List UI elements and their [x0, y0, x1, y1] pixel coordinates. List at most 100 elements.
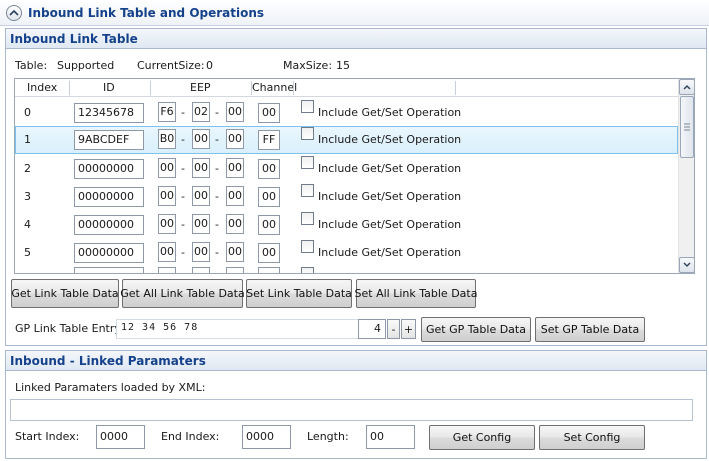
include-get-set-checkbox[interactable] — [301, 100, 314, 113]
eep-func-field[interactable]: 00 — [192, 158, 210, 178]
channel-field[interactable]: FF — [258, 130, 280, 150]
table-row[interactable]: 0 12345678 F6-02-00 00 Include Get/Set Opera… — [15, 99, 678, 127]
current-size-value: 0 — [206, 59, 213, 72]
eep-separator: - — [181, 246, 185, 259]
table-row[interactable]: 2 00000000 00-00-00 00 Include Get/Set Opera… — [15, 155, 678, 183]
column-header-id: ID — [103, 81, 115, 94]
table-value: Supported — [57, 59, 115, 72]
eep-func-field[interactable]: 00 — [192, 242, 210, 262]
column-separator — [150, 81, 151, 95]
row-index: 1 — [24, 133, 31, 146]
end-index-label: End Index: — [161, 430, 220, 443]
column-header-index: Index — [27, 81, 58, 94]
eep-field[interactable] — [158, 267, 176, 273]
get-all-link-table-button[interactable]: Get All Link Table Data — [120, 279, 245, 308]
scroll-up-button[interactable] — [679, 79, 694, 95]
include-get-set-checkbox[interactable] — [301, 240, 314, 253]
channel-field[interactable]: 00 — [258, 187, 280, 207]
start-index-input[interactable]: 0000 — [96, 425, 145, 449]
end-index-input[interactable]: 0000 — [242, 425, 291, 449]
table-row[interactable]: 5 00000000 00-00-00 00 Include Get/Set Opera… — [15, 239, 678, 267]
scroll-down-button[interactable] — [679, 257, 694, 273]
length-input[interactable]: 00 — [366, 425, 415, 449]
eep-separator: - — [181, 133, 185, 146]
linked-params-loaded-label: Linked Paramaters loaded by XML: — [15, 381, 206, 394]
arrow-down-icon — [683, 262, 691, 268]
column-separator — [293, 81, 294, 95]
id-field[interactable] — [74, 267, 144, 273]
grip-icon — [684, 123, 690, 131]
eep-rorg-field[interactable]: F6 — [158, 102, 176, 122]
eep-type-field[interactable]: 00 — [226, 129, 244, 149]
include-get-set-label[interactable]: Include Get/Set Operation — [318, 218, 461, 231]
eep-type-field[interactable]: 00 — [226, 186, 244, 206]
include-get-set-label[interactable]: Include Get/Set Operation — [318, 162, 461, 175]
channel-field[interactable]: 00 — [258, 103, 280, 123]
include-checkbox[interactable] — [301, 267, 314, 273]
eep-rorg-field[interactable]: 00 — [158, 214, 176, 234]
include-get-set-label[interactable]: Include Get/Set Operation — [318, 190, 461, 203]
id-field[interactable]: 9ABCDEF — [74, 130, 144, 150]
table-row[interactable]: 4 00000000 00-00-00 00 Include Get/Set Opera… — [15, 211, 678, 239]
include-get-set-label[interactable]: Include Get/Set Operation — [318, 106, 461, 119]
include-get-set-checkbox[interactable] — [301, 212, 314, 225]
include-get-set-checkbox[interactable] — [301, 127, 314, 140]
set-gp-table-button[interactable]: Set GP Table Data — [535, 317, 645, 342]
set-all-link-table-button[interactable]: Set All Link Table Data — [355, 279, 477, 308]
include-get-set-label[interactable]: Include Get/Set Operation — [318, 133, 461, 146]
get-link-table-button[interactable]: Get Link Table Data — [11, 279, 119, 308]
id-field[interactable]: 00000000 — [74, 243, 144, 263]
get-gp-table-button[interactable]: Get GP Table Data — [421, 317, 531, 342]
channel-field[interactable]: 00 — [258, 243, 280, 263]
eep-type-field[interactable]: 00 — [226, 102, 244, 122]
channel-field[interactable]: 00 — [258, 215, 280, 235]
set-config-button[interactable]: Set Config — [539, 425, 645, 450]
linked-params-loaded-field[interactable] — [10, 399, 693, 421]
table-row[interactable]: 3 00000000 00-00-00 00 Include Get/Set Opera… — [15, 183, 678, 211]
channel-field[interactable] — [258, 267, 280, 273]
eep-func-field[interactable]: 00 — [192, 129, 210, 149]
eep-type-field[interactable]: 00 — [226, 242, 244, 262]
column-separator — [455, 81, 456, 95]
eep-separator: - — [215, 106, 219, 119]
eep-separator: - — [181, 162, 185, 175]
table-label: Table: — [15, 59, 48, 72]
gp-index-input[interactable]: 4 — [358, 319, 386, 339]
gp-entry-label: GP Link Table Entry — [15, 322, 121, 335]
eep-rorg-field[interactable]: 00 — [158, 186, 176, 206]
eep-func-field[interactable]: 02 — [192, 102, 210, 122]
eep-separator: - — [215, 246, 219, 259]
get-config-button[interactable]: Get Config — [429, 425, 535, 450]
eep-func-field[interactable]: 00 — [192, 214, 210, 234]
eep-separator: - — [181, 218, 185, 231]
link-table-group-title: Inbound Link Table — [6, 29, 706, 49]
eep-type-field[interactable]: 00 — [226, 158, 244, 178]
main-header: Inbound Link Table and Operations — [0, 0, 709, 26]
collapse-button[interactable] — [6, 5, 22, 21]
set-link-table-button[interactable]: Set Link Table Data — [246, 279, 352, 308]
current-size-label: CurrentSize: — [137, 59, 205, 72]
grid-scrollbar[interactable] — [678, 79, 694, 273]
eep-rorg-field[interactable]: B0 — [158, 129, 176, 149]
channel-field[interactable]: 00 — [258, 159, 280, 179]
include-get-set-checkbox[interactable] — [301, 156, 314, 169]
eep-rorg-field[interactable]: 00 — [158, 158, 176, 178]
eep-field[interactable] — [192, 267, 210, 273]
eep-field[interactable] — [226, 267, 244, 273]
eep-separator: - — [215, 190, 219, 203]
eep-func-field[interactable]: 00 — [192, 186, 210, 206]
gp-index-decrement-button[interactable]: - — [387, 319, 400, 339]
link-table-grid: Index ID EEP Channel 0 12345678 F6-02-00 00… — [14, 78, 695, 274]
id-field[interactable]: 00000000 — [74, 187, 144, 207]
eep-rorg-field[interactable]: 00 — [158, 242, 176, 262]
eep-type-field[interactable]: 00 — [226, 214, 244, 234]
include-get-set-label[interactable]: Include Get/Set Operation — [318, 246, 461, 259]
scroll-thumb[interactable] — [680, 96, 694, 158]
id-field[interactable]: 00000000 — [74, 159, 144, 179]
gp-index-increment-button[interactable]: + — [401, 319, 416, 339]
table-row[interactable]: 1 9ABCDEF B0-00-00 FF Include Get/Set Operat… — [15, 126, 678, 154]
id-field[interactable]: 12345678 — [74, 103, 144, 123]
include-get-set-checkbox[interactable] — [301, 184, 314, 197]
id-field[interactable]: 00000000 — [74, 215, 144, 235]
gp-entry-input[interactable]: 12 34 56 78 — [116, 319, 359, 339]
